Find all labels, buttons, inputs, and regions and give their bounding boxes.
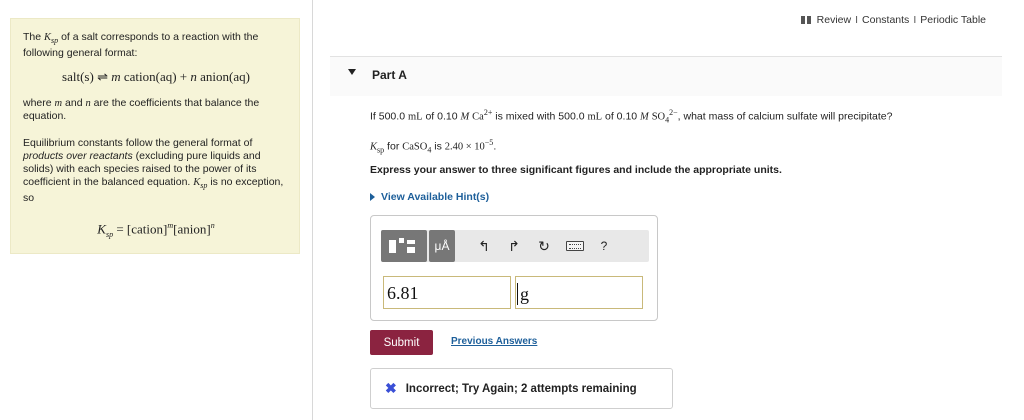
- incorrect-icon: ✖: [385, 380, 397, 396]
- info-panel: The Ksp of a salt corresponds to a react…: [10, 18, 300, 254]
- part-header[interactable]: [330, 56, 1002, 96]
- panel-divider: [312, 0, 313, 420]
- help-button[interactable]: ?: [591, 230, 617, 262]
- text-caret: [517, 283, 518, 305]
- undo-icon[interactable]: ↰: [469, 230, 499, 262]
- feedback-message: ✖ Incorrect; Try Again; 2 attempts remai…: [370, 368, 673, 409]
- ksp-given: Ksp for CaSO4 is 2.40 × 10−5.: [370, 138, 497, 155]
- redo-icon[interactable]: ↱: [499, 230, 529, 262]
- templates-button[interactable]: [381, 230, 427, 262]
- part-title[interactable]: Part A: [372, 68, 407, 82]
- coefficients-note: where m and n are the coefficients that …: [23, 97, 260, 123]
- periodic-table-link[interactable]: Periodic Table: [920, 14, 986, 26]
- book-icon: [800, 16, 811, 24]
- hint-label: View Available Hint(s): [381, 191, 490, 203]
- ksp-symbol: Ksp: [44, 32, 59, 46]
- answer-box: μÅ ↰ ↱ ↻ ? 6.81 g: [370, 215, 658, 321]
- reset-icon[interactable]: ↻: [529, 230, 559, 262]
- collapse-arrow-icon[interactable]: [348, 69, 356, 75]
- link-separator: I: [913, 14, 917, 26]
- template-icon: [389, 240, 396, 253]
- view-hints-link[interactable]: View Available Hint(s): [370, 191, 489, 203]
- question-text: If 500.0 mL of 0.10 M Ca2+ is mixed with…: [370, 108, 893, 125]
- top-links: Review I Constants I Periodic Table: [800, 14, 986, 26]
- constants-link[interactable]: Constants: [862, 14, 909, 26]
- link-separator: I: [855, 14, 859, 26]
- math-toolbar: μÅ ↰ ↱ ↻ ?: [381, 230, 649, 262]
- equilibrium-note: Equilibrium constants follow the general…: [23, 137, 284, 205]
- answer-unit-field[interactable]: g: [515, 276, 643, 309]
- submit-button[interactable]: Submit: [370, 330, 433, 355]
- feedback-text: Incorrect; Try Again; 2 attempts remaini…: [405, 382, 637, 395]
- keyboard-icon: [566, 241, 584, 251]
- general-equation: salt(s) ⇌ m cation(aq) + n anion(aq): [62, 69, 250, 85]
- expand-arrow-icon: [370, 193, 375, 201]
- review-link[interactable]: Review: [817, 14, 851, 26]
- keyboard-button[interactable]: [559, 230, 591, 262]
- instruction-text: Express your answer to three significant…: [370, 164, 782, 176]
- previous-answers-link[interactable]: Previous Answers: [451, 336, 537, 347]
- answer-value-field[interactable]: 6.81: [383, 276, 511, 309]
- ksp-expression: Ksp = [cation]m[anion]n: [97, 221, 215, 240]
- info-intro: The Ksp of a salt corresponds to a react…: [23, 31, 259, 60]
- units-button[interactable]: μÅ: [429, 230, 455, 262]
